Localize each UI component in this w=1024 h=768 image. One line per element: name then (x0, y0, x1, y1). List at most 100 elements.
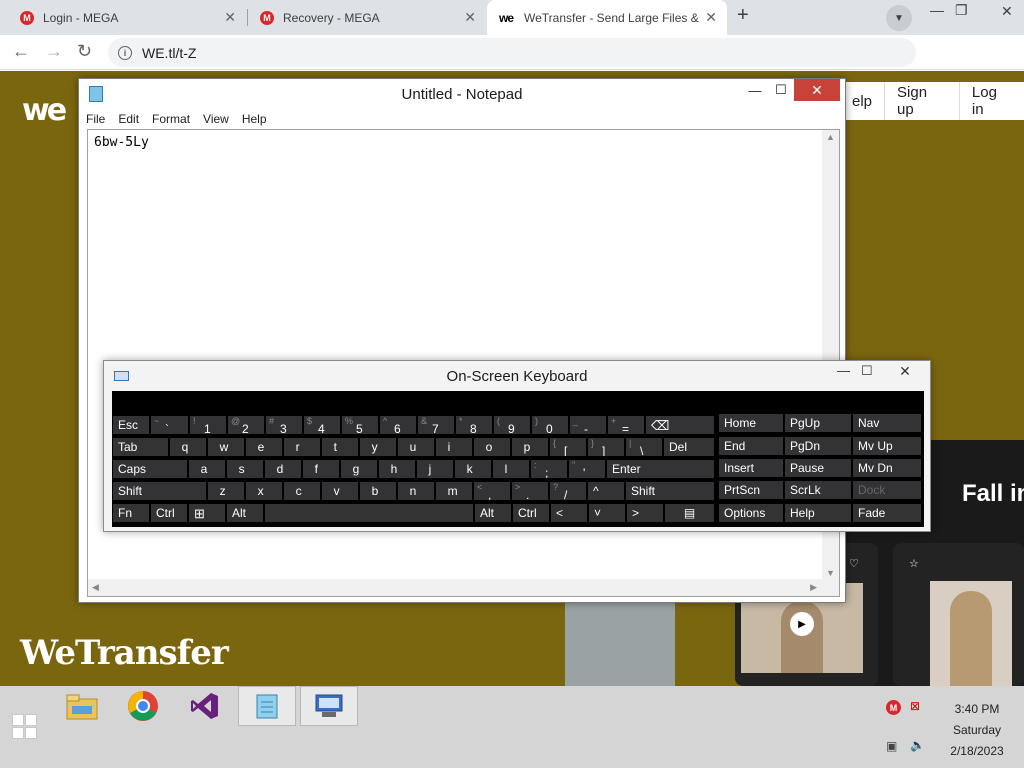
key-comma[interactable]: <, (473, 481, 511, 501)
key-shift-left[interactable]: Shift (112, 481, 207, 501)
new-tab-plus-icon[interactable]: + (737, 4, 749, 27)
minimize-icon[interactable]: — (837, 363, 850, 378)
sign-up-link[interactable]: Sign up (884, 82, 959, 120)
tab-recovery-mega[interactable]: M Recovery - MEGA ✕ (250, 0, 486, 35)
key-c[interactable]: c (283, 481, 321, 501)
key-q[interactable]: q (169, 437, 207, 457)
key-backslash[interactable]: | \ (625, 437, 663, 457)
osk-titlebar[interactable]: On-Screen Keyboard — ☐ ✕ (104, 361, 930, 391)
close-window-icon[interactable]: ✕ (1001, 3, 1013, 20)
close-tab-icon[interactable]: ✕ (224, 9, 236, 26)
key-equals[interactable]: + = (607, 415, 645, 435)
key-j[interactable]: j (416, 459, 454, 479)
key-pgup[interactable]: PgUp (784, 413, 852, 433)
key-alt-left[interactable]: Alt (226, 503, 264, 523)
key-n[interactable]: n (397, 481, 435, 501)
key-backtick[interactable]: ~ ` (150, 415, 189, 435)
key-nav[interactable]: Nav (852, 413, 922, 433)
taskbar-chrome[interactable] (114, 686, 172, 726)
taskbar-file-explorer[interactable] (53, 686, 111, 726)
promo-card[interactable]: ☆ (893, 543, 1024, 686)
key-m[interactable]: m (435, 481, 473, 501)
arrow-up-icon[interactable]: ^ (587, 481, 625, 501)
key-del[interactable]: Del (663, 437, 715, 457)
key-mvdn[interactable]: Mv Dn (852, 458, 922, 478)
tab-login-mega[interactable]: M Login - MEGA ✕ (10, 0, 246, 35)
key-2[interactable]: @2 (227, 415, 265, 435)
heart-icon[interactable]: ♡ (849, 557, 859, 570)
wetransfer-logo[interactable]: we (22, 93, 67, 128)
key-shift-right[interactable]: Shift (625, 481, 715, 501)
arrow-right-icon[interactable]: > (626, 503, 664, 523)
key-fn[interactable]: Fn (112, 503, 150, 523)
windows-logo-icon[interactable]: ⊞ (188, 503, 226, 523)
key-tab[interactable]: Tab (112, 437, 169, 457)
mega-tray-icon[interactable]: M (886, 700, 901, 715)
key-home[interactable]: Home (718, 413, 784, 433)
key-3[interactable]: #3 (265, 415, 303, 435)
notepad-titlebar[interactable]: Untitled - Notepad — ☐ ✕ (79, 79, 845, 109)
close-tab-icon[interactable]: ✕ (705, 9, 717, 26)
tab-wetransfer[interactable]: we WeTransfer - Send Large Files & ✕ (487, 0, 727, 35)
security-alert-icon[interactable]: ⊠ (910, 699, 920, 713)
key-0[interactable]: ) 0 (531, 415, 569, 435)
key-enter[interactable]: Enter (606, 459, 715, 479)
on-screen-keyboard-window[interactable]: On-Screen Keyboard — ☐ ✕ Esc ~ ` ! 1 @2 #3… (103, 360, 931, 532)
key-insert[interactable]: Insert (718, 458, 784, 478)
key-close-bracket[interactable]: }] (587, 437, 625, 457)
key-k[interactable]: k (454, 459, 492, 479)
scroll-right-icon[interactable]: ▶ (810, 582, 817, 593)
log-in-link[interactable]: Log in (958, 82, 1024, 120)
key-period[interactable]: >. (511, 481, 549, 501)
menu-edit[interactable]: Edit (118, 112, 139, 126)
key-mvup[interactable]: Mv Up (852, 436, 922, 456)
key-h[interactable]: h (378, 459, 416, 479)
key-z[interactable]: z (207, 481, 245, 501)
close-tab-icon[interactable]: ✕ (464, 9, 476, 26)
taskbar-visual-studio[interactable] (176, 686, 234, 726)
key-8[interactable]: * 8 (455, 415, 493, 435)
taskbar-clock[interactable]: 3:40 PM Saturday 2/18/2023 (937, 699, 1017, 762)
key-v[interactable]: v (321, 481, 359, 501)
key-y[interactable]: y (359, 437, 397, 457)
backspace-icon[interactable]: ⌫ (645, 415, 715, 435)
volume-icon[interactable]: 🔈 (910, 738, 925, 752)
key-g[interactable]: g (340, 459, 378, 479)
minimize-icon[interactable]: — (930, 2, 944, 18)
key-w[interactable]: w (207, 437, 245, 457)
key-slash[interactable]: ? / (549, 481, 587, 501)
key-help[interactable]: Help (784, 503, 852, 523)
key-5[interactable]: % 5 (341, 415, 379, 435)
reload-icon[interactable]: ↻ (77, 41, 92, 62)
start-windows-icon[interactable] (12, 714, 38, 740)
address-bar[interactable]: i WE.tl/t-Z (108, 38, 916, 67)
key-b[interactable]: b (359, 481, 397, 501)
minimize-icon[interactable]: — (744, 79, 766, 101)
key-t[interactable]: t (321, 437, 359, 457)
key-prtscn[interactable]: PrtScn (718, 480, 784, 500)
tab-search-chevron-icon[interactable]: ▼ (886, 5, 912, 31)
scroll-up-icon[interactable]: ▲ (826, 132, 835, 142)
key-ctrl-left[interactable]: Ctrl (150, 503, 188, 523)
menu-view[interactable]: View (203, 112, 229, 126)
key-p[interactable]: p (511, 437, 549, 457)
key-l[interactable]: l (492, 459, 530, 479)
forward-arrow-icon[interactable]: → (45, 41, 63, 62)
key-ctrl-right[interactable]: Ctrl (512, 503, 550, 523)
horizontal-scrollbar[interactable]: ◀ ▶ (88, 579, 839, 596)
maximize-icon[interactable]: ☐ (770, 79, 792, 101)
key-d[interactable]: d (264, 459, 302, 479)
menu-format[interactable]: Format (152, 112, 190, 126)
taskbar-notepad[interactable] (238, 686, 296, 726)
site-info-icon[interactable]: i (118, 45, 132, 60)
key-options[interactable]: Options (718, 503, 784, 523)
key-o[interactable]: o (473, 437, 511, 457)
close-icon[interactable]: ✕ (882, 361, 928, 381)
key-scrlk[interactable]: ScrLk (784, 480, 852, 500)
key-caps[interactable]: Caps (112, 459, 188, 479)
key-i[interactable]: i (435, 437, 473, 457)
key-minus[interactable]: _ - (569, 415, 607, 435)
maximize-icon[interactable]: ☐ (861, 363, 873, 379)
menu-file[interactable]: File (86, 112, 105, 126)
key-6[interactable]: ^ 6 (379, 415, 417, 435)
